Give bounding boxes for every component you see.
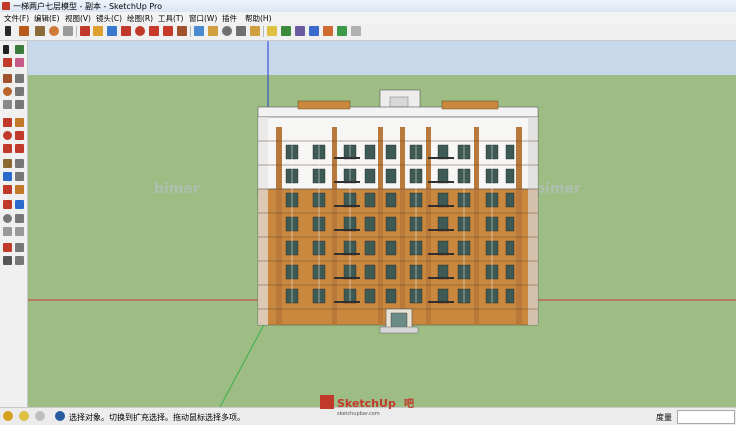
- logo-cube-icon: [320, 395, 334, 409]
- rectangle-icon[interactable]: [35, 26, 45, 36]
- geo-location-icon[interactable]: [3, 411, 13, 421]
- offset-icon[interactable]: [15, 144, 24, 153]
- rotate-icon[interactable]: [121, 26, 131, 36]
- tape-icon[interactable]: [3, 159, 12, 168]
- watermark-right: bimer: [535, 181, 581, 197]
- walk-icon[interactable]: [3, 256, 12, 265]
- logo-url: sketchupbar.com: [337, 411, 380, 417]
- pan-icon[interactable]: [208, 26, 218, 36]
- line-icon[interactable]: [15, 74, 24, 83]
- measurements-input[interactable]: [677, 410, 735, 424]
- previous-icon[interactable]: [15, 227, 24, 236]
- scale-icon[interactable]: [135, 26, 145, 36]
- title-bar: 一梯两户七层模型 - 副本 - SketchUp Pro: [0, 0, 736, 12]
- move-icon[interactable]: [3, 118, 12, 127]
- watermark-left: bimer: [154, 181, 200, 197]
- axes-icon[interactable]: [3, 185, 12, 194]
- zoom-extents-icon[interactable]: [3, 227, 12, 236]
- zoom-window-icon[interactable]: [15, 214, 24, 223]
- main-toolbar: [0, 23, 736, 41]
- circle-icon[interactable]: [49, 26, 59, 36]
- arc-icon[interactable]: [15, 87, 24, 96]
- position-camera-icon[interactable]: [3, 243, 12, 252]
- materials-icon[interactable]: [295, 26, 305, 36]
- move-icon[interactable]: [107, 26, 117, 36]
- followme-icon[interactable]: [163, 26, 173, 36]
- orbit-icon[interactable]: [3, 200, 12, 209]
- zoom-icon[interactable]: [3, 214, 12, 223]
- green-axis: [219, 316, 269, 407]
- geo-icon[interactable]: [337, 26, 347, 36]
- circle-icon[interactable]: [3, 87, 12, 96]
- text-icon[interactable]: [15, 172, 24, 181]
- tape-icon[interactable]: [177, 26, 187, 36]
- followme-icon[interactable]: [15, 131, 24, 140]
- components-icon[interactable]: [281, 26, 291, 36]
- model-viewport[interactable]: bimer bimer: [28, 41, 736, 407]
- freehand-icon[interactable]: [15, 100, 24, 109]
- measurements-label: 度量: [656, 413, 672, 422]
- model-info-icon[interactable]: [267, 26, 277, 36]
- eraser-icon[interactable]: [63, 26, 73, 36]
- toolbar-separator: [263, 26, 264, 37]
- section-icon[interactable]: [15, 256, 24, 265]
- scale-icon[interactable]: [3, 144, 12, 153]
- paint-bucket-icon[interactable]: [80, 26, 90, 36]
- rectangle-icon[interactable]: [3, 74, 12, 83]
- offset-icon[interactable]: [149, 26, 159, 36]
- eraser-icon[interactable]: [15, 58, 24, 67]
- polygon-icon[interactable]: [3, 100, 12, 109]
- select-icon[interactable]: [5, 26, 11, 36]
- component-icon[interactable]: [15, 45, 24, 54]
- window-title: 一梯两户七层模型 - 副本 - SketchUp Pro: [13, 2, 163, 11]
- fog-icon[interactable]: [323, 26, 333, 36]
- pencil-icon[interactable]: [19, 26, 29, 36]
- lookaround-icon[interactable]: [15, 243, 24, 252]
- warehouse-icon[interactable]: [351, 26, 361, 36]
- sketchup-logo: SketchUp 吧 sketchupbar.com: [320, 393, 418, 417]
- dimension-icon[interactable]: [15, 159, 24, 168]
- app-icon: [2, 2, 10, 10]
- paint-icon[interactable]: [3, 58, 12, 67]
- toolbar-separator: [190, 26, 191, 37]
- rotate-icon[interactable]: [3, 131, 12, 140]
- left-toolbar: [0, 41, 28, 407]
- select-icon[interactable]: [3, 45, 9, 54]
- credits-icon[interactable]: [19, 411, 29, 421]
- zoom-icon[interactable]: [222, 26, 232, 36]
- help-icon[interactable]: [55, 411, 65, 421]
- pushpull-icon[interactable]: [93, 26, 103, 36]
- orbit-icon[interactable]: [194, 26, 204, 36]
- user-icon[interactable]: [35, 411, 45, 421]
- viewport-canvas: bimer bimer: [28, 41, 736, 407]
- logo-text: SketchUp: [337, 397, 396, 410]
- menu-bar: 文件(F) 编辑(E) 视图(V) 镜头(C) 绘图(R) 工具(T) 窗口(W…: [0, 12, 736, 23]
- logo-badge: 吧: [404, 398, 414, 410]
- toolbar-separator: [76, 26, 77, 37]
- zoom-window-icon[interactable]: [236, 26, 246, 36]
- shadows-icon[interactable]: [309, 26, 319, 36]
- status-hint: 选择对象。切换到扩充选择。拖动鼠标选择多项。: [69, 413, 245, 422]
- building-model[interactable]: [257, 89, 539, 334]
- protractor-icon[interactable]: [3, 172, 12, 181]
- pushpull-icon[interactable]: [15, 118, 24, 127]
- pan-icon[interactable]: [15, 200, 24, 209]
- zoom-extents-icon[interactable]: [250, 26, 260, 36]
- 3dtext-icon[interactable]: [15, 185, 24, 194]
